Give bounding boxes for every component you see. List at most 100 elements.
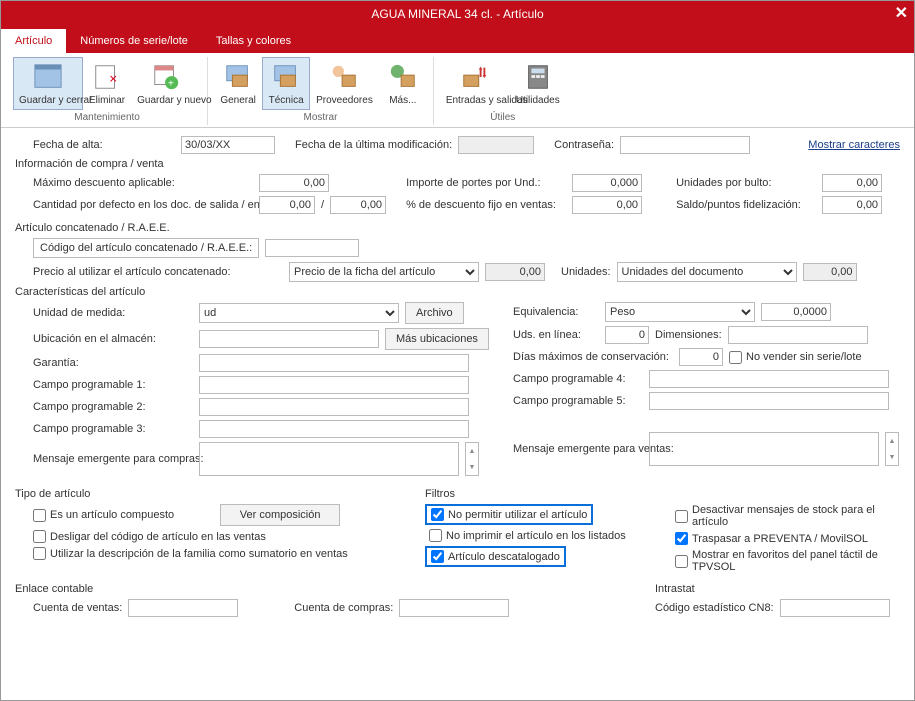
memc-spinner[interactable]: ▲▼: [465, 442, 479, 476]
desactivar-checkbox[interactable]: Desactivar mensajes de stock para el art…: [675, 504, 900, 528]
mas-button[interactable]: Más...: [379, 57, 427, 110]
ribbon: Guardar y cerrar ✕ Eliminar + Guardar y …: [1, 53, 914, 128]
max-desc-label: Máximo descuento aplicable:: [33, 177, 253, 189]
save-new-icon: +: [150, 61, 182, 93]
saldo-label: Saldo/puntos fidelización:: [676, 199, 816, 211]
group-mantenimiento: Mantenimiento: [74, 110, 140, 125]
equiv-select[interactable]: Peso: [605, 302, 755, 322]
box-icon: [270, 61, 302, 93]
equiv-input[interactable]: [761, 303, 831, 321]
delete-button[interactable]: ✕ Eliminar: [83, 57, 131, 110]
section-concat: Artículo concatenado / R.A.E.E.: [15, 222, 900, 234]
cp2-label: Campo programable 2:: [33, 401, 193, 413]
cp5-input[interactable]: [649, 392, 889, 410]
tab-tallas[interactable]: Tallas y colores: [202, 29, 305, 53]
fecha-mod-label: Fecha de la última modificación:: [295, 139, 452, 151]
ccompras-label: Cuenta de compras:: [294, 602, 393, 614]
section-enlace: Enlace contable: [15, 583, 635, 595]
udslinea-input[interactable]: [605, 326, 649, 344]
importe-input[interactable]: [572, 174, 642, 192]
cn8-input[interactable]: [780, 599, 890, 617]
mas-ubic-button[interactable]: Más ubicaciones: [385, 328, 489, 350]
contrasena-input[interactable]: [620, 136, 750, 154]
nolote-checkbox[interactable]: No vender sin serie/lote: [729, 351, 862, 364]
compuesto-checkbox[interactable]: Es un artículo compuesto: [33, 509, 174, 522]
delete-icon: ✕: [91, 61, 123, 93]
cp4-label: Campo programable 4:: [513, 373, 643, 385]
concat-code-input[interactable]: [265, 239, 359, 257]
archivo-button[interactable]: Archivo: [405, 302, 464, 324]
cp2-input[interactable]: [199, 398, 469, 416]
memv-input[interactable]: [649, 432, 879, 466]
cant-def-salida-input[interactable]: [259, 196, 315, 214]
arrows-box-icon: [459, 61, 491, 93]
uxb-input[interactable]: [822, 174, 882, 192]
group-utiles: Útiles: [490, 110, 515, 125]
svg-text:+: +: [168, 78, 174, 89]
calculator-icon: [522, 61, 554, 93]
ver-composicion-button[interactable]: Ver composición: [220, 504, 340, 526]
cp3-input[interactable]: [199, 420, 469, 438]
max-desc-input[interactable]: [259, 174, 329, 192]
general-button[interactable]: General: [214, 57, 262, 110]
box-icon: [222, 61, 254, 93]
unidades-select[interactable]: Unidades del documento: [617, 262, 797, 282]
section-info-compra: Información de compra / venta: [15, 158, 900, 170]
fecha-alta-input[interactable]: [181, 136, 275, 154]
entradas-button[interactable]: Entradas y salidas: [440, 57, 510, 110]
cp5-label: Campo programable 5:: [513, 395, 643, 407]
cp1-label: Campo programable 1:: [33, 379, 193, 391]
memc-label: Mensaje emergente para compras:: [33, 453, 193, 465]
window-title: AGUA MINERAL 34 cl. - Artículo: [371, 7, 543, 21]
cant-def-label: Cantidad por defecto en los doc. de sali…: [33, 199, 253, 211]
dims-input[interactable]: [728, 326, 868, 344]
diasmax-label: Días máximos de conservación:: [513, 351, 673, 363]
cant-def-entrada-input[interactable]: [330, 196, 386, 214]
garantia-input[interactable]: [199, 354, 469, 372]
save-close-button[interactable]: Guardar y cerrar: [13, 57, 83, 110]
memv-spinner[interactable]: ▲▼: [885, 432, 899, 466]
precio-util-label: Precio al utilizar el artículo concatena…: [33, 266, 283, 278]
noimprimir-checkbox[interactable]: No imprimir el artículo en los listados: [425, 529, 626, 542]
um-select[interactable]: ud: [199, 303, 399, 323]
ubic-label: Ubicación en el almacén:: [33, 333, 193, 345]
precio-value: [485, 263, 545, 281]
cp1-input[interactable]: [199, 376, 469, 394]
favoritos-checkbox[interactable]: Mostrar en favoritos del panel táctil de…: [675, 549, 900, 573]
usardesc-checkbox[interactable]: Utilizar la descripción de la familia co…: [33, 547, 348, 560]
concat-code-label: Código del artículo concatenado / R.A.E.…: [33, 238, 259, 258]
cn8-label: Código estadístico CN8:: [655, 602, 774, 614]
cventas-input[interactable]: [128, 599, 238, 617]
tab-articulo[interactable]: Artículo: [1, 29, 66, 53]
precio-select[interactable]: Precio de la ficha del artículo: [289, 262, 479, 282]
descatalogado-checkbox[interactable]: Artículo descatalogado: [431, 550, 560, 563]
ubic-input[interactable]: [199, 330, 379, 348]
mostrar-caracteres-link[interactable]: Mostrar caracteres: [808, 139, 900, 151]
section-intrastat: Intrastat: [655, 583, 900, 595]
utilidades-button[interactable]: Utilidades: [510, 57, 566, 110]
pct-label: % de descuento fijo en ventas:: [406, 199, 566, 211]
unidades-value: [803, 263, 857, 281]
cventas-label: Cuenta de ventas:: [33, 602, 122, 614]
pct-input[interactable]: [572, 196, 642, 214]
group-mostrar: Mostrar: [304, 110, 338, 125]
nopermitir-highlight: No permitir utilizar el artículo: [425, 504, 593, 525]
save-new-button[interactable]: + Guardar y nuevo: [131, 57, 201, 110]
close-icon[interactable]: ✕: [895, 3, 908, 23]
um-label: Unidad de medida:: [33, 307, 193, 319]
memc-input[interactable]: [199, 442, 459, 476]
ccompras-input[interactable]: [399, 599, 509, 617]
globe-box-icon: [387, 61, 419, 93]
saldo-input[interactable]: [822, 196, 882, 214]
cp4-input[interactable]: [649, 370, 889, 388]
main-tabs: Artículo Números de serie/lote Tallas y …: [1, 27, 914, 53]
garantia-label: Garantía:: [33, 357, 193, 369]
tecnica-button[interactable]: Técnica: [262, 57, 310, 110]
diasmax-input[interactable]: [679, 348, 723, 366]
tab-series[interactable]: Números de serie/lote: [66, 29, 202, 53]
cp3-label: Campo programable 3:: [33, 423, 193, 435]
desligar-checkbox[interactable]: Desligar del código de artículo en las v…: [33, 530, 266, 543]
nopermitir-checkbox[interactable]: No permitir utilizar el artículo: [431, 508, 587, 521]
traspasar-checkbox[interactable]: Traspasar a PREVENTA / MovilSOL: [675, 532, 868, 545]
proveedores-button[interactable]: Proveedores: [310, 57, 379, 110]
